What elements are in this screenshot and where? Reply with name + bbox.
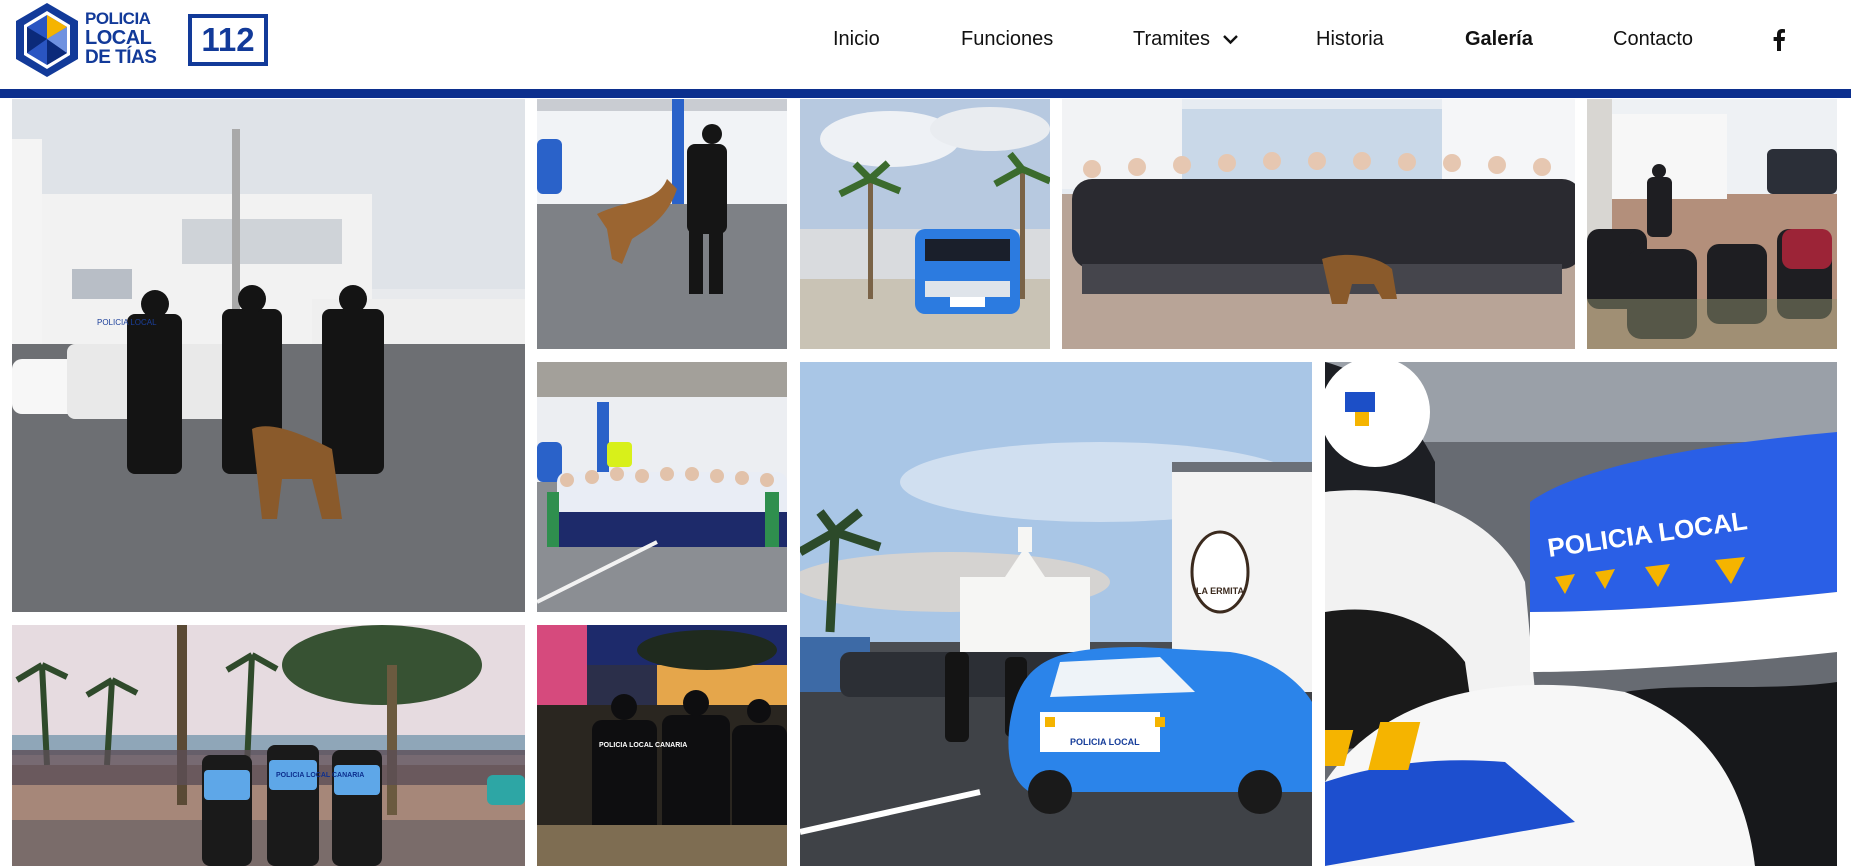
- photo-text-night: POLICIA LOCAL CANARIA: [599, 742, 687, 749]
- photo-schoolchildren-image: [537, 362, 787, 612]
- photo-k9-training-image: [537, 99, 787, 349]
- photo-motorcycle-image: POLICIA LOCAL: [1325, 362, 1837, 866]
- nav-contacto[interactable]: Contacto: [1613, 28, 1693, 51]
- gallery-photo-promenade[interactable]: POLICIA LOCAL CANARIA: [12, 625, 525, 866]
- photo-ermita-event-image: LA ERMITA POLICIA LOCAL: [800, 362, 1312, 866]
- gallery-photo-schoolchildren[interactable]: [537, 362, 787, 612]
- gallery-photo-outdoor-talk[interactable]: [1587, 99, 1837, 349]
- gallery-photo-k9-training[interactable]: [537, 99, 787, 349]
- photo-promenade-image: POLICIA LOCAL CANARIA: [12, 625, 525, 866]
- nav-historia[interactable]: Historia: [1316, 28, 1384, 51]
- logo-line3: DE TÍAS: [85, 47, 157, 68]
- photo-text: POLICIA LOCAL: [97, 318, 157, 327]
- facebook-icon[interactable]: [1772, 29, 1786, 51]
- nav-galeria[interactable]: Galería: [1465, 28, 1533, 51]
- nav-tramites[interactable]: Tramites: [1133, 28, 1239, 51]
- header-divider: [0, 89, 1851, 98]
- photo-patrol-car-image: [800, 99, 1050, 349]
- gallery-photo-students-group[interactable]: [1062, 99, 1575, 349]
- photo-text-car: POLICIA LOCAL: [1070, 737, 1140, 747]
- emergency-number-badge[interactable]: 112: [188, 14, 268, 66]
- photo-night-event-image: POLICIA LOCAL CANARIA: [537, 625, 787, 866]
- chevron-down-icon: [1222, 35, 1238, 45]
- site-header: POLICIA LOCAL DE TÍAS 112 Inicio Funcion…: [0, 0, 1851, 89]
- photo-outdoor-talk-image: [1587, 99, 1837, 349]
- gallery-photo-night-event[interactable]: POLICIA LOCAL CANARIA: [537, 625, 787, 866]
- photo-students-group-image: [1062, 99, 1575, 349]
- site-logo[interactable]: POLICIA LOCAL DE TÍAS: [12, 1, 162, 79]
- gallery-photo-patrol-car[interactable]: [800, 99, 1050, 349]
- nav-tramites-label: Tramites: [1133, 28, 1211, 50]
- logo-line1: POLICIA: [85, 9, 151, 28]
- gallery-photo-ermita-event[interactable]: LA ERMITA POLICIA LOCAL: [800, 362, 1312, 866]
- nav-inicio[interactable]: Inicio: [833, 28, 880, 51]
- logo-text: POLICIA LOCAL DE TÍAS: [85, 9, 157, 68]
- gallery-photo-motorcycle[interactable]: POLICIA LOCAL: [1325, 362, 1837, 866]
- nav-funciones[interactable]: Funciones: [961, 28, 1053, 51]
- photo-text-promenade: POLICIA LOCAL CANARIA: [276, 772, 364, 779]
- gallery-photo-k9-unit[interactable]: POLICIA LOCAL: [12, 99, 525, 612]
- photo-k9-unit-image: POLICIA LOCAL: [12, 99, 525, 612]
- logo-line2: LOCAL: [85, 27, 152, 49]
- photo-text-ermita: LA ERMITA: [1196, 586, 1244, 596]
- shield-logo-icon: [16, 3, 78, 77]
